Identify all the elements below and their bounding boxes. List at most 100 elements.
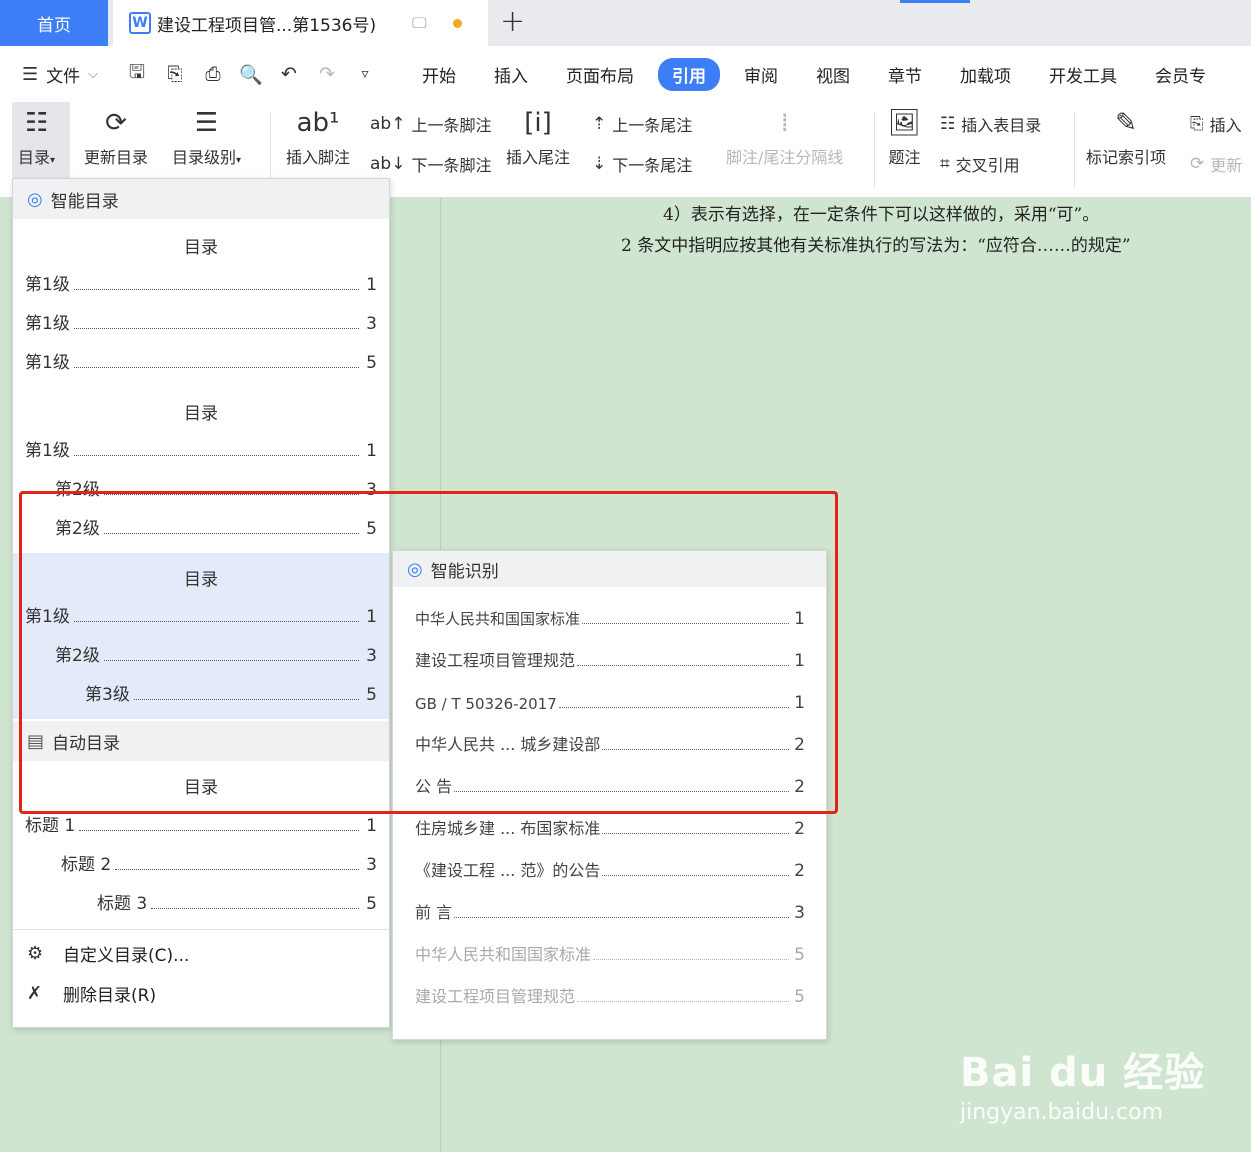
toc-preview-line: 第1级 1 — [25, 275, 377, 295]
prev-endnote-button[interactable]: ⇡ 上一条尾注 — [592, 112, 692, 136]
mark-index-button[interactable]: ✎ 标记索引项 — [1086, 102, 1166, 168]
recognized-heading: 中华人民共和国国家标准 1 — [415, 609, 805, 629]
tab-home[interactable]: 首页 — [0, 0, 108, 46]
toc-preview-line: 标题 23 — [61, 855, 377, 875]
next-endnote-icon: ⇣ — [592, 154, 607, 174]
auto-toc-header: ▤ 自动目录 — [13, 721, 389, 761]
endnote-icon: [i] — [524, 108, 552, 138]
toc-preview-line: 第1级 1 — [25, 607, 377, 627]
insert-endnote-label: 插入尾注 — [506, 148, 571, 167]
hamburger-menu-icon[interactable]: ☰ — [22, 64, 38, 85]
export-pdf-icon[interactable]: ⎘ — [162, 63, 188, 85]
tab-references[interactable]: 引用 — [658, 57, 720, 91]
smart-recognition-header-label: 智能识别 — [430, 561, 499, 582]
prev-endnote-icon: ⇡ — [592, 114, 607, 134]
prev-footnote-label: 上一条脚注 — [411, 116, 492, 135]
tab-member[interactable]: 会员专 — [1141, 58, 1220, 91]
menu-bar: ☰ 文件 ⌵ 🖫 ⎘ ⎙ 🔍 ↶ ↷ ▿ 开始 插入 页面布局 引用 审阅 视图… — [0, 46, 1251, 102]
redo-icon[interactable]: ↷ — [314, 63, 340, 85]
tab-indicator — [900, 0, 970, 3]
print-icon[interactable]: ⎙ — [200, 63, 226, 85]
next-footnote-button[interactable]: ab↓ 下一条脚注 — [370, 152, 491, 176]
delete-toc-item[interactable]: ✗ 删除目录(R) — [27, 981, 156, 1006]
update-index-icon: ⟳ — [1190, 154, 1205, 174]
toc-preview-line: 第2级 3 — [55, 646, 377, 666]
tab-developer[interactable]: 开发工具 — [1035, 58, 1131, 91]
insert-index-icon: ⎘ — [1190, 114, 1204, 134]
save-icon[interactable]: 🖫 — [124, 58, 150, 90]
cross-reference-icon: ⌗ — [940, 154, 950, 174]
tab-document[interactable]: W 建设工程项目管...第1536号) 🖵 — [113, 0, 488, 46]
tab-start[interactable]: 开始 — [408, 58, 470, 91]
smart-recognition-header: ◎ 智能识别 — [393, 551, 826, 587]
quick-access-toolbar: 🖫 ⎘ ⎙ 🔍 ↶ ↷ ▿ — [124, 58, 378, 90]
footnote-separator-button[interactable]: ⁞ 脚注/尾注分隔线 — [726, 102, 843, 168]
update-toc-icon: ⟳ — [105, 108, 127, 138]
update-toc-button[interactable]: ⟳ 更新目录 — [84, 102, 148, 168]
tab-addins[interactable]: 加载项 — [946, 58, 1025, 91]
prev-footnote-button[interactable]: ab↑ 上一条脚注 — [370, 112, 491, 136]
toc-level-button[interactable]: ☰ 目录级别▾ — [172, 102, 241, 168]
update-toc-label: 更新目录 — [84, 148, 149, 167]
recognized-heading: 前 言3 — [415, 903, 805, 923]
smart-toc-icon: ◎ — [27, 188, 43, 210]
customize-toolbar-icon[interactable]: ▿ — [352, 66, 378, 82]
custom-toc-item[interactable]: ⚙ 自定义目录(C)... — [27, 941, 189, 966]
tab-page-layout[interactable]: 页面布局 — [552, 58, 648, 91]
cross-reference-button[interactable]: ⌗ 交叉引用 — [940, 152, 1020, 176]
auto-toc-header-label: 自动目录 — [52, 733, 121, 754]
next-endnote-button[interactable]: ⇣ 下一条尾注 — [592, 152, 692, 176]
wps-writer-icon: W — [129, 12, 151, 34]
custom-toc-icon: ⚙ — [27, 943, 44, 964]
new-tab-button[interactable]: + — [500, 4, 525, 39]
toc-level-label: 目录级别 — [172, 148, 237, 167]
baidu-jingyan-logo: Bai du 经验 — [960, 1050, 1206, 1096]
tab-review[interactable]: 审阅 — [730, 58, 792, 91]
tab-section[interactable]: 章节 — [874, 58, 936, 91]
document-text-line: 4）表示有选择，在一定条件下可以这样做的，采用“可”。 — [663, 205, 1100, 225]
custom-toc-label: 自定义目录(C)... — [63, 946, 190, 966]
prev-footnote-icon: ab↑ — [370, 114, 406, 134]
toc-preview-title: 目录 — [184, 404, 218, 424]
tab-insert[interactable]: 插入 — [480, 58, 542, 91]
toc-level-icon: ☰ — [194, 108, 219, 138]
toc-preview-line: 第2级 3 — [55, 480, 377, 500]
smart-recognition-panel[interactable]: ◎ 智能识别 中华人民共和国国家标准 1 建设工程项目管理规范 1 GB / T 5… — [392, 550, 827, 1040]
insert-endnote-button[interactable]: [i] 插入尾注 — [506, 102, 570, 168]
toc-preview-line: 第2级 5 — [55, 519, 377, 539]
toc-preview-title: 目录 — [184, 778, 218, 798]
auto-toc-icon: ▤ — [27, 730, 45, 752]
insert-index-button[interactable]: ⎘ 插入 — [1190, 112, 1242, 136]
footnote-icon: ab¹ — [296, 108, 340, 138]
menu-tabs: 开始 插入 页面布局 引用 审阅 视图 章节 加载项 开发工具 会员专 — [408, 57, 1230, 91]
print-preview-icon[interactable]: 🔍 — [238, 63, 264, 86]
watermark: Bai du 经验 jingyan.baidu.com — [960, 1040, 1205, 1125]
delete-toc-label: 删除目录(R) — [63, 986, 157, 1006]
ribbon-divider — [1074, 112, 1075, 188]
recognized-heading: 住房城乡建 ... 布国家标准 2 — [415, 819, 805, 839]
mark-index-icon: ✎ — [1115, 108, 1137, 138]
toc-dropdown: ◎ 智能目录 目录 第1级 1 第1级 3 第1级 5 目录 第1级 1 第2级 3 第2… — [12, 178, 390, 1028]
recognized-heading: GB / T 50326-2017 1 — [415, 693, 805, 713]
toc-button[interactable]: ☷ 目录▾ — [18, 102, 55, 168]
chevron-down-icon[interactable]: ⌵ — [88, 67, 98, 82]
update-index-button[interactable]: ⟳ 更新 — [1190, 152, 1242, 176]
toc-icon: ☷ — [24, 108, 49, 138]
insert-footnote-button[interactable]: ab¹ 插入脚注 — [286, 102, 350, 168]
insert-table-toc-button[interactable]: ☷ 插入表目录 — [940, 112, 1041, 136]
table-toc-icon: ☷ — [940, 114, 956, 134]
watermark-url: jingyan.baidu.com — [960, 1100, 1164, 1125]
caption-icon: 🖼 — [888, 108, 922, 138]
toc-preview-title: 目录 — [184, 570, 218, 590]
update-index-label: 更新 — [1210, 156, 1243, 175]
file-menu[interactable]: 文件 — [46, 62, 80, 87]
monitor-icon[interactable]: 🖵 — [412, 14, 426, 32]
mark-index-label: 标记索引项 — [1086, 148, 1167, 167]
recognized-heading: 中华人民共和国国家标准 5 — [415, 945, 805, 965]
cross-reference-label: 交叉引用 — [955, 156, 1020, 175]
toc-preview-title: 目录 — [184, 238, 218, 258]
toc-preview-line: 第1级 1 — [25, 441, 377, 461]
caption-button[interactable]: 🖼 题注 — [888, 102, 921, 168]
tab-view[interactable]: 视图 — [802, 58, 864, 91]
undo-icon[interactable]: ↶ — [276, 63, 302, 85]
